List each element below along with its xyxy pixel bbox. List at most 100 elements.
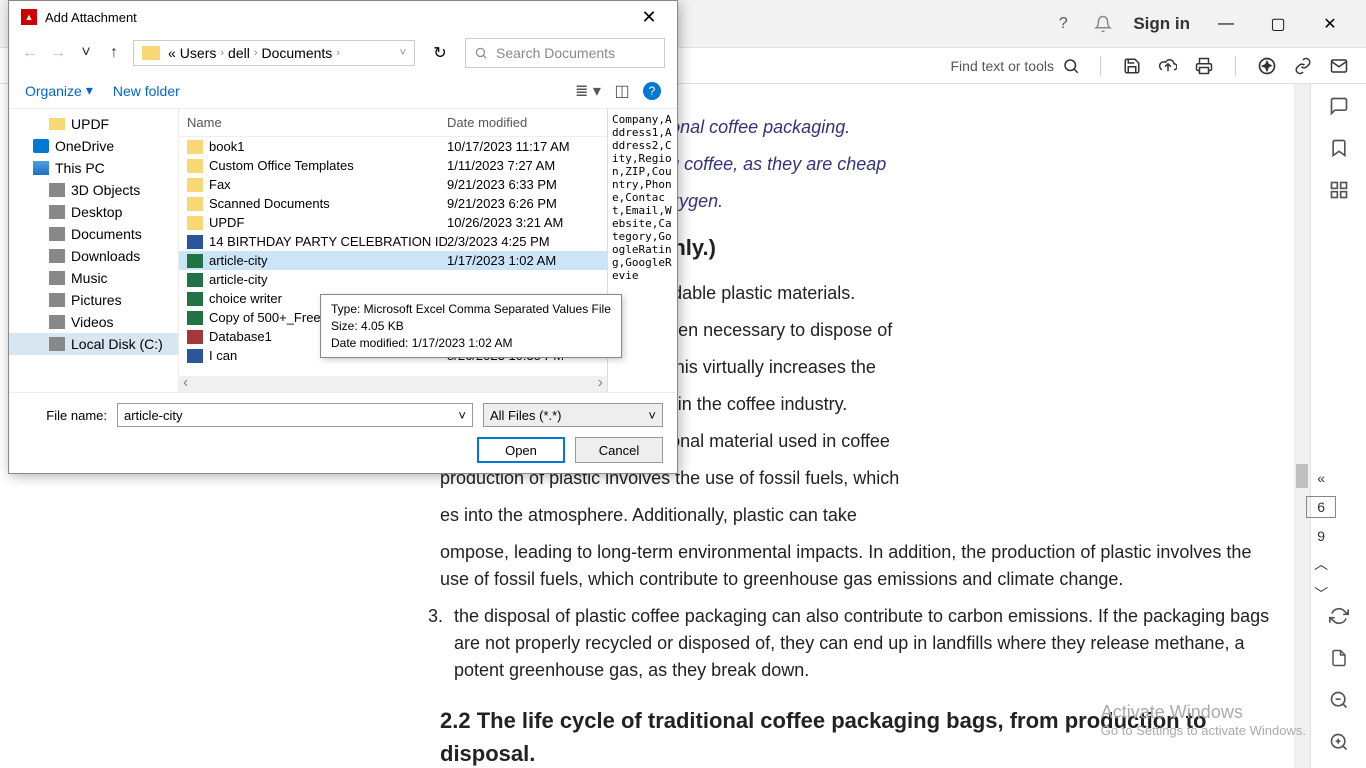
print-icon[interactable]	[1193, 55, 1215, 77]
file-date: 10/17/2023 11:17 AM	[447, 139, 599, 154]
file-name: book1	[209, 139, 244, 154]
cancel-button[interactable]: Cancel	[575, 437, 663, 463]
tree-node[interactable]: UPDF	[9, 113, 178, 135]
forward-icon[interactable]: →	[49, 44, 67, 62]
signin-button[interactable]: Sign in	[1133, 14, 1190, 34]
help-icon[interactable]: ?	[1053, 14, 1073, 34]
ai-icon[interactable]	[1256, 55, 1278, 77]
tree-node[interactable]: Videos	[9, 311, 178, 333]
page-icon[interactable]	[1327, 646, 1351, 670]
zoom-in-icon[interactable]	[1327, 730, 1351, 754]
tree-node[interactable]: Pictures	[9, 289, 178, 311]
tree-label: OneDrive	[55, 138, 114, 154]
doc-list-item: the disposal of plastic coffee packaging…	[448, 603, 1270, 684]
mail-icon[interactable]	[1328, 55, 1350, 77]
file-row[interactable]: Fax9/21/2023 6:33 PM	[179, 175, 607, 194]
save-icon[interactable]	[1121, 55, 1143, 77]
file-name-input[interactable]: article-city˅	[117, 403, 473, 427]
file-type-filter[interactable]: All Files (*.*)˅	[483, 403, 663, 427]
breadcrumb-item[interactable]: Users	[180, 45, 217, 61]
bell-icon[interactable]	[1093, 14, 1113, 34]
file-row[interactable]: book1 10/17/2023 11:17 AM	[179, 137, 607, 156]
tree-label: UPDF	[71, 116, 109, 132]
file-name: article-city	[209, 253, 268, 268]
help-icon[interactable]: ?	[643, 82, 661, 100]
page-up-icon[interactable]: ︿	[1314, 554, 1328, 574]
file-row[interactable]: article-city	[179, 270, 607, 289]
drive-icon	[49, 315, 65, 329]
column-name[interactable]: Name	[187, 115, 447, 130]
window-maximize[interactable]: ▢	[1262, 14, 1294, 34]
cloud-icon[interactable]	[1157, 55, 1179, 77]
collapse-icon[interactable]: «	[1317, 470, 1325, 486]
separator	[1100, 56, 1101, 76]
next-page-label: 9	[1317, 528, 1325, 544]
tree-label: Pictures	[71, 292, 122, 308]
back-icon[interactable]: ←	[21, 44, 39, 62]
tree-node[interactable]: Local Disk (C:)	[9, 333, 178, 355]
current-page[interactable]: 6	[1306, 496, 1336, 518]
file-row[interactable]: Scanned Documents9/21/2023 6:26 PM	[179, 194, 607, 213]
bookmark-icon[interactable]	[1327, 136, 1351, 160]
refresh-icon[interactable]: ↻	[425, 38, 455, 68]
dialog-nav: ← → ˅ ↑ « Users› dell› Documents› ˅ ↻ Se…	[9, 33, 677, 73]
file-row[interactable]: article-city 1/17/2023 1:02 AM	[179, 251, 607, 270]
breadcrumb[interactable]: « Users› dell› Documents› ˅	[133, 40, 415, 66]
right-rail	[1310, 84, 1366, 768]
breadcrumb-item[interactable]: dell	[228, 45, 250, 61]
new-folder-button[interactable]: New folder	[113, 83, 180, 99]
folder-tree[interactable]: UPDF OneDrive This PC 3D Objects DesktopDocu…	[9, 109, 179, 392]
drive-icon	[49, 249, 65, 263]
accdb-icon	[187, 330, 203, 344]
horizontal-scrollbar[interactable]	[179, 376, 607, 392]
window-close[interactable]: ✕	[1314, 14, 1346, 34]
tree-node[interactable]: Downloads	[9, 245, 178, 267]
tree-node[interactable]: Documents	[9, 223, 178, 245]
file-row[interactable]: 14 BIRTHDAY PARTY CELEBRATION IDEAS...2/…	[179, 232, 607, 251]
file-name: Custom Office Templates	[209, 158, 354, 173]
view-mode-icon[interactable]: ≣ ▾	[575, 80, 601, 102]
refresh-icon[interactable]	[1327, 604, 1351, 628]
pc-icon	[33, 161, 49, 175]
up-icon[interactable]: ↑	[105, 44, 123, 62]
windows-watermark: Activate Windows Go to Settings to activ…	[1101, 702, 1306, 738]
grid-icon[interactable]	[1327, 178, 1351, 202]
open-button[interactable]: Open	[477, 437, 565, 463]
close-icon[interactable]: ✕	[633, 1, 665, 33]
search-input[interactable]: Search Documents	[465, 38, 665, 68]
breadcrumb-item[interactable]: Documents	[262, 45, 333, 61]
preview-pane-icon[interactable]: ◫	[609, 80, 635, 102]
folder-icon	[49, 118, 65, 130]
file-name: I can	[209, 348, 237, 363]
vertical-scrollbar[interactable]	[1294, 84, 1310, 768]
pdf-icon: ▲	[21, 9, 37, 25]
tree-label: Music	[71, 270, 108, 286]
recent-icon[interactable]: ˅	[77, 44, 95, 62]
file-date: 2/3/2023 4:25 PM	[447, 234, 599, 249]
file-row[interactable]: UPDF10/26/2023 3:21 AM	[179, 213, 607, 232]
organize-button[interactable]: Organize ▾	[25, 82, 93, 99]
find-text-button[interactable]: Find text or tools	[951, 57, 1081, 75]
dialog-toolbar: Organize ▾ New folder ≣ ▾ ◫ ?	[9, 73, 677, 109]
window-minimize[interactable]: —	[1210, 15, 1242, 33]
tooltip-line: Size: 4.05 KB	[331, 318, 611, 335]
file-date: 1/17/2023 1:02 AM	[447, 253, 599, 268]
zoom-out-icon[interactable]	[1327, 688, 1351, 712]
column-date[interactable]: Date modified	[447, 115, 599, 130]
onedrive-icon	[33, 139, 49, 153]
link-icon[interactable]	[1292, 55, 1314, 77]
tree-node[interactable]: This PC	[9, 157, 178, 179]
find-label: Find text or tools	[951, 58, 1055, 74]
tree-label: 3D Objects	[71, 182, 140, 198]
tree-node[interactable]: OneDrive	[9, 135, 178, 157]
drive-icon	[49, 227, 65, 241]
add-attachment-dialog: ▲ Add Attachment ✕ ← → ˅ ↑ « Users› dell…	[8, 0, 678, 474]
page-down-icon[interactable]: ﹀	[1314, 584, 1328, 604]
file-row[interactable]: Custom Office Templates1/11/2023 7:27 AM	[179, 156, 607, 175]
tree-node[interactable]: Music	[9, 267, 178, 289]
dialog-footer: File name: article-city˅ All Files (*.*)…	[9, 392, 677, 473]
file-name: article-city	[209, 272, 268, 287]
tree-node[interactable]: 3D Objects	[9, 179, 178, 201]
comment-icon[interactable]	[1327, 94, 1351, 118]
tree-node[interactable]: Desktop	[9, 201, 178, 223]
